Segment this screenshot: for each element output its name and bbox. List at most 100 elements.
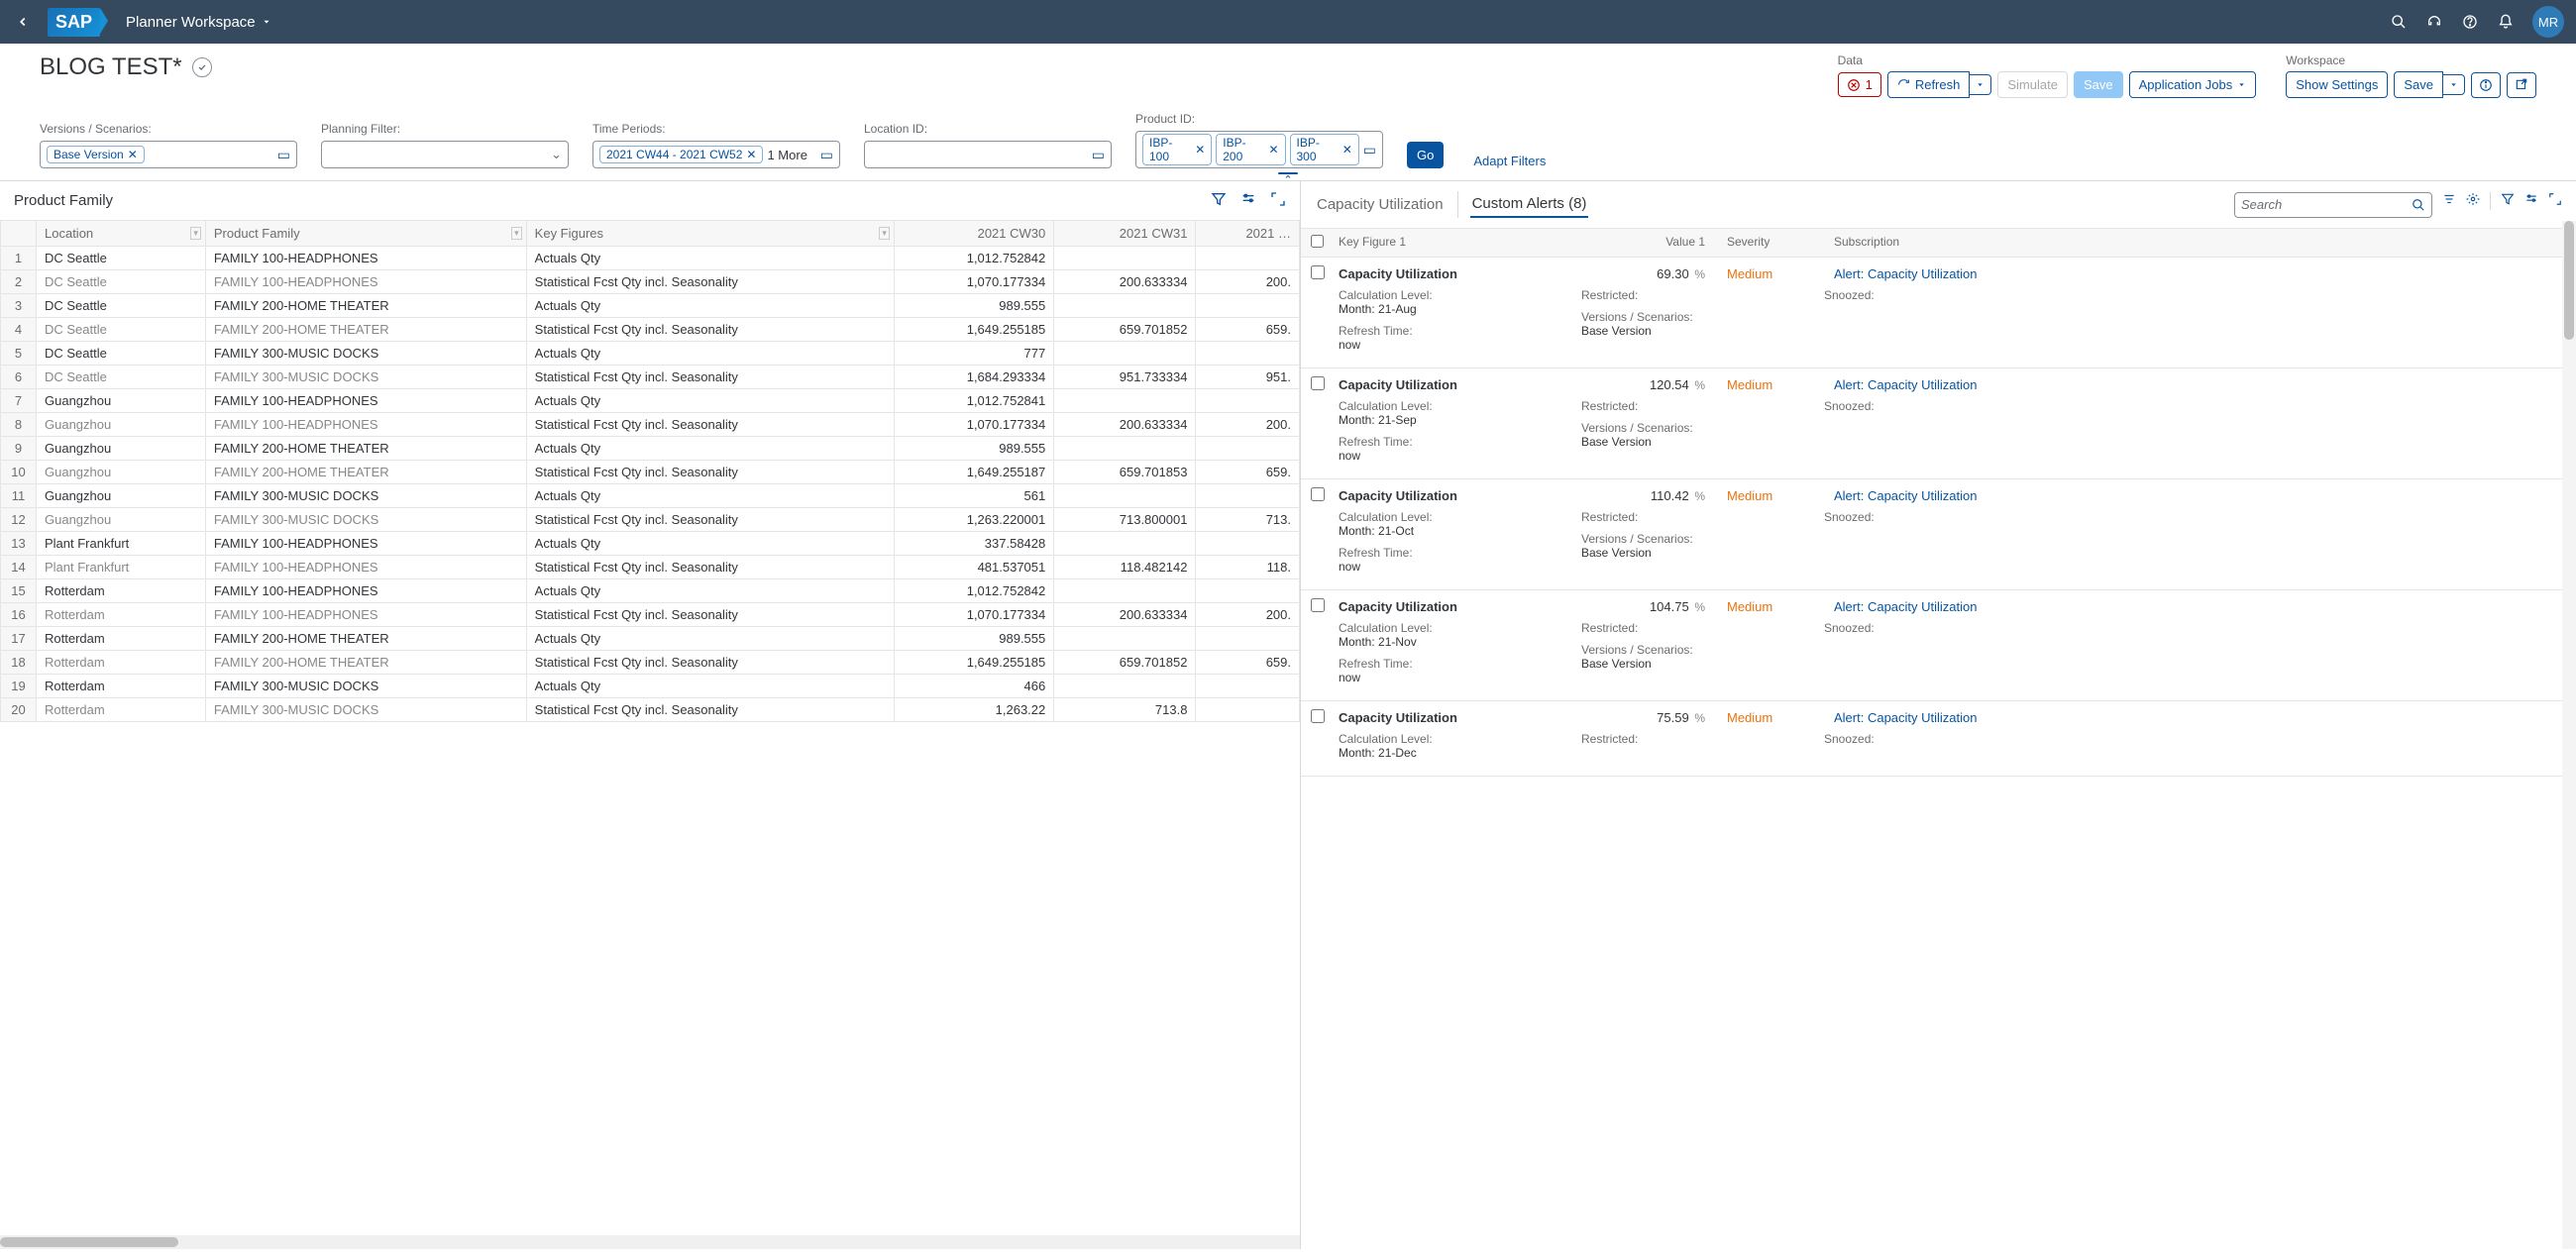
grid-row[interactable]: 15 Rotterdam FAMILY 100-HEADPHONES Actua… bbox=[1, 579, 1300, 603]
cell-more[interactable] bbox=[1196, 437, 1300, 461]
cell-keyfigure[interactable]: Statistical Fcst Qty incl. Seasonality bbox=[526, 270, 894, 294]
alert-checkbox[interactable] bbox=[1311, 709, 1325, 723]
grid-col-rownum[interactable] bbox=[1, 221, 37, 247]
token-remove-icon[interactable]: ✕ bbox=[1342, 143, 1352, 157]
cell-location[interactable]: Guangzhou bbox=[37, 508, 206, 532]
value-help-icon[interactable]: ▭ bbox=[1363, 142, 1376, 158]
cell-cw30[interactable]: 1,012.752842 bbox=[894, 247, 1053, 270]
cell-keyfigure[interactable]: Actuals Qty bbox=[526, 247, 894, 270]
grid-row[interactable]: 5 DC Seattle FAMILY 300-MUSIC DOCKS Actu… bbox=[1, 342, 1300, 366]
cell-keyfigure[interactable]: Actuals Qty bbox=[526, 484, 894, 508]
cell-cw31[interactable]: 118.482142 bbox=[1054, 556, 1196, 579]
cell-family[interactable]: FAMILY 300-MUSIC DOCKS bbox=[205, 484, 526, 508]
token-remove-icon[interactable]: ✕ bbox=[1268, 143, 1278, 157]
cell-family[interactable]: FAMILY 300-MUSIC DOCKS bbox=[205, 366, 526, 389]
cell-cw30[interactable]: 481.537051 bbox=[894, 556, 1053, 579]
cell-more[interactable] bbox=[1196, 627, 1300, 651]
cell-keyfigure[interactable]: Statistical Fcst Qty incl. Seasonality bbox=[526, 508, 894, 532]
cell-cw31[interactable]: 200.633334 bbox=[1054, 603, 1196, 627]
cell-family[interactable]: FAMILY 100-HEADPHONES bbox=[205, 270, 526, 294]
value-help-icon[interactable]: ▭ bbox=[820, 147, 833, 163]
filter-icon[interactable] bbox=[1211, 191, 1227, 210]
horizontal-scrollbar[interactable] bbox=[0, 1235, 1300, 1249]
cell-cw31[interactable]: 951.733334 bbox=[1054, 366, 1196, 389]
alert-row[interactable]: Capacity Utilization 104.75 % Medium Ale… bbox=[1301, 590, 2576, 701]
cell-keyfigure[interactable]: Statistical Fcst Qty incl. Seasonality bbox=[526, 318, 894, 342]
grid-col-keyfigures[interactable]: Key Figures▾ bbox=[526, 221, 894, 247]
cell-family[interactable]: FAMILY 100-HEADPHONES bbox=[205, 247, 526, 270]
location-input[interactable]: ▭ bbox=[864, 141, 1112, 168]
cell-location[interactable]: Rotterdam bbox=[37, 579, 206, 603]
gear-icon[interactable] bbox=[2466, 192, 2480, 218]
cell-location[interactable]: Rotterdam bbox=[37, 675, 206, 698]
cell-more[interactable]: 200. bbox=[1196, 413, 1300, 437]
cell-cw31[interactable] bbox=[1054, 437, 1196, 461]
cell-cw30[interactable]: 337.58428 bbox=[894, 532, 1053, 556]
cell-more[interactable] bbox=[1196, 484, 1300, 508]
cell-location[interactable]: DC Seattle bbox=[37, 318, 206, 342]
cell-more[interactable]: 118. bbox=[1196, 556, 1300, 579]
cell-more[interactable]: 951. bbox=[1196, 366, 1300, 389]
cell-cw30[interactable]: 1,649.255185 bbox=[894, 318, 1053, 342]
cell-more[interactable] bbox=[1196, 532, 1300, 556]
cell-more[interactable]: 659. bbox=[1196, 318, 1300, 342]
cell-family[interactable]: FAMILY 300-MUSIC DOCKS bbox=[205, 675, 526, 698]
back-button[interactable] bbox=[12, 11, 34, 33]
cell-location[interactable]: DC Seattle bbox=[37, 342, 206, 366]
cell-family[interactable]: FAMILY 100-HEADPHONES bbox=[205, 413, 526, 437]
cell-family[interactable]: FAMILY 300-MUSIC DOCKS bbox=[205, 698, 526, 722]
product-token[interactable]: IBP-100✕ bbox=[1142, 134, 1212, 165]
versions-input[interactable]: Base Version✕ ▭ bbox=[40, 141, 297, 168]
cell-family[interactable]: FAMILY 300-MUSIC DOCKS bbox=[205, 342, 526, 366]
cell-family[interactable]: FAMILY 200-HOME THEATER bbox=[205, 294, 526, 318]
alert-row[interactable]: Capacity Utilization 69.30 % Medium Aler… bbox=[1301, 258, 2576, 368]
cell-location[interactable]: DC Seattle bbox=[37, 247, 206, 270]
cell-cw31[interactable] bbox=[1054, 532, 1196, 556]
cell-keyfigure[interactable]: Actuals Qty bbox=[526, 389, 894, 413]
cell-keyfigure[interactable]: Statistical Fcst Qty incl. Seasonality bbox=[526, 603, 894, 627]
cell-keyfigure[interactable]: Actuals Qty bbox=[526, 627, 894, 651]
expand-icon[interactable] bbox=[2548, 192, 2562, 218]
token-remove-icon[interactable]: ✕ bbox=[128, 148, 138, 161]
cell-keyfigure[interactable]: Statistical Fcst Qty incl. Seasonality bbox=[526, 651, 894, 675]
title-status-icon[interactable] bbox=[192, 57, 212, 77]
expand-icon[interactable] bbox=[1270, 191, 1286, 210]
cell-location[interactable]: Plant Frankfurt bbox=[37, 532, 206, 556]
grid-col-cw30[interactable]: 2021 CW30 bbox=[894, 221, 1053, 247]
cell-location[interactable]: Rotterdam bbox=[37, 603, 206, 627]
cell-location[interactable]: Plant Frankfurt bbox=[37, 556, 206, 579]
grid-row[interactable]: 2 DC Seattle FAMILY 100-HEADPHONES Stati… bbox=[1, 270, 1300, 294]
cell-location[interactable]: Guangzhou bbox=[37, 389, 206, 413]
cell-cw31[interactable] bbox=[1054, 579, 1196, 603]
grid-col-location[interactable]: Location▾ bbox=[37, 221, 206, 247]
cell-keyfigure[interactable]: Statistical Fcst Qty incl. Seasonality bbox=[526, 556, 894, 579]
grid-row[interactable]: 14 Plant Frankfurt FAMILY 100-HEADPHONES… bbox=[1, 556, 1300, 579]
time-periods-input[interactable]: 2021 CW44 - 2021 CW52✕ 1 More ▭ bbox=[592, 141, 840, 168]
value-help-icon[interactable]: ▭ bbox=[277, 147, 290, 163]
product-token[interactable]: IBP-300✕ bbox=[1290, 134, 1359, 165]
cell-cw30[interactable]: 989.555 bbox=[894, 437, 1053, 461]
grid-row[interactable]: 16 Rotterdam FAMILY 100-HEADPHONES Stati… bbox=[1, 603, 1300, 627]
column-filter-icon[interactable]: ▾ bbox=[190, 227, 201, 240]
cell-cw30[interactable]: 1,649.255187 bbox=[894, 461, 1053, 484]
alert-row[interactable]: Capacity Utilization 120.54 % Medium Ale… bbox=[1301, 368, 2576, 479]
alert-checkbox[interactable] bbox=[1311, 598, 1325, 612]
cell-cw31[interactable]: 659.701853 bbox=[1054, 461, 1196, 484]
cell-cw30[interactable]: 989.555 bbox=[894, 627, 1053, 651]
token-remove-icon[interactable]: ✕ bbox=[1195, 143, 1205, 157]
cell-keyfigure[interactable]: Actuals Qty bbox=[526, 342, 894, 366]
tab-capacity-utilization[interactable]: Capacity Utilization bbox=[1315, 192, 1446, 217]
sliders-icon[interactable] bbox=[2524, 192, 2538, 218]
cell-family[interactable]: FAMILY 200-HOME THEATER bbox=[205, 627, 526, 651]
alert-checkbox[interactable] bbox=[1311, 376, 1325, 390]
cell-cw30[interactable]: 561 bbox=[894, 484, 1053, 508]
cell-cw30[interactable]: 1,263.22 bbox=[894, 698, 1053, 722]
cell-cw30[interactable]: 1,649.255185 bbox=[894, 651, 1053, 675]
cell-location[interactable]: Guangzhou bbox=[37, 461, 206, 484]
cell-cw31[interactable]: 713.800001 bbox=[1054, 508, 1196, 532]
cell-keyfigure[interactable]: Statistical Fcst Qty incl. Seasonality bbox=[526, 413, 894, 437]
error-indicator[interactable]: 1 bbox=[1838, 72, 1881, 97]
cell-family[interactable]: FAMILY 300-MUSIC DOCKS bbox=[205, 508, 526, 532]
cell-more[interactable] bbox=[1196, 389, 1300, 413]
product-token[interactable]: IBP-200✕ bbox=[1216, 134, 1285, 165]
